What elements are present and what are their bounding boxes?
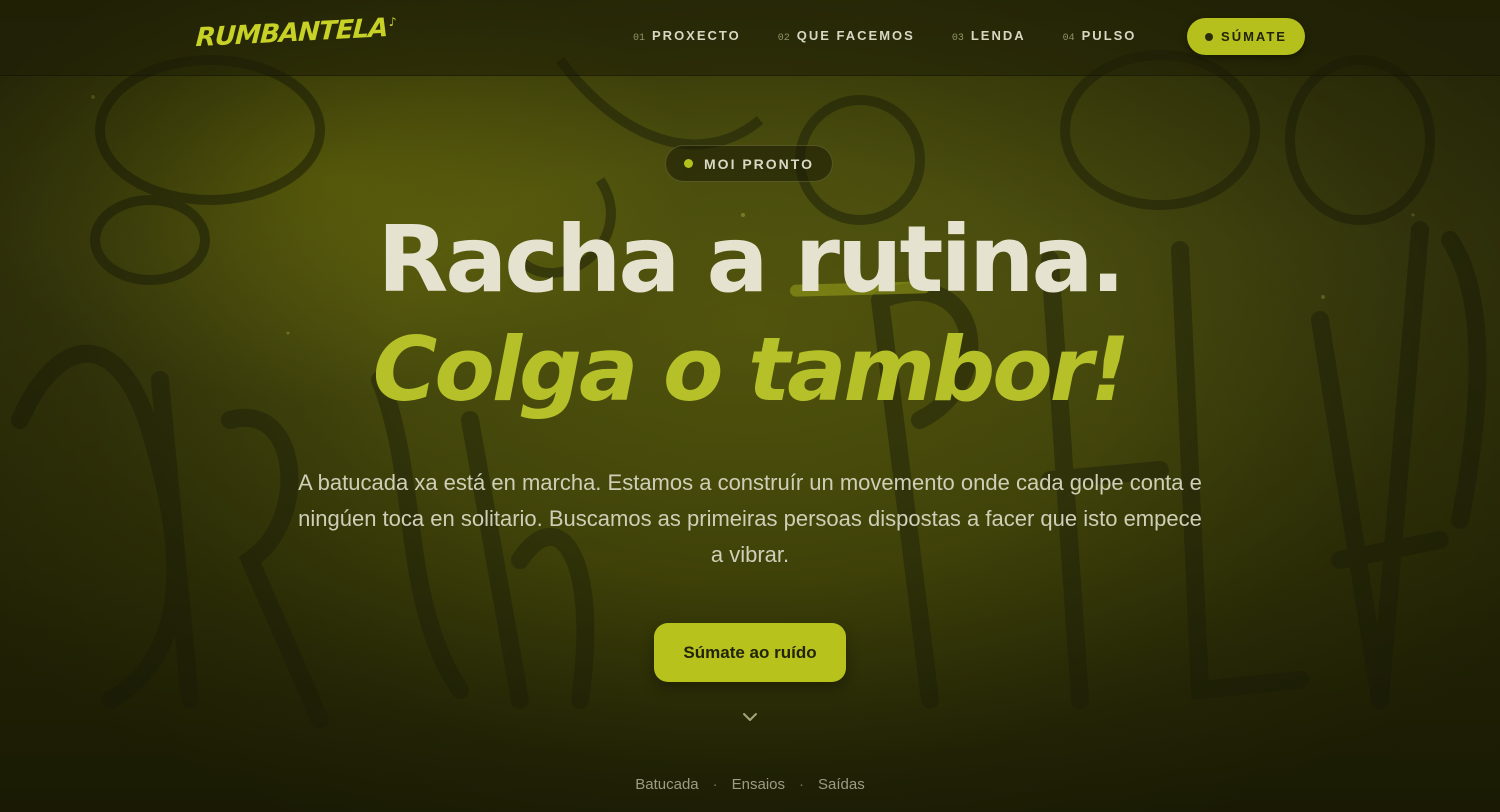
nav-item-label: QUE FACEMOS	[796, 28, 915, 43]
tag-item: Ensaios	[731, 776, 786, 793]
top-navigation: RUMBANTELA♪ 01 PROXECTO 02 QUE FACEMOS 0…	[0, 0, 1500, 76]
nav-item-proxecto[interactable]: 01 PROXECTO	[633, 28, 741, 44]
nav-links: 01 PROXECTO 02 QUE FACEMOS 03 LENDA 04 P…	[633, 28, 1173, 44]
nav-item-que-facemos[interactable]: 02 QUE FACEMOS	[778, 28, 915, 44]
chevron-down-icon[interactable]	[742, 711, 758, 723]
join-button-header[interactable]: SÚMATE	[1187, 18, 1305, 55]
nav-item-number: 03	[951, 33, 964, 44]
tag-separator: ·	[799, 776, 805, 793]
tag-separator: ·	[712, 776, 718, 793]
nav-item-number: 02	[777, 33, 790, 44]
nav-item-lenda[interactable]: 03 LENDA	[952, 28, 1026, 44]
join-button-label: SÚMATE	[1221, 29, 1287, 44]
hero-title-line-1: Racha a rutina.	[377, 206, 1125, 313]
status-dot-icon	[684, 159, 694, 168]
nav-item-label: PROXECTO	[652, 28, 741, 43]
nav-item-number: 04	[1062, 33, 1075, 44]
nav-item-number: 01	[633, 33, 646, 44]
status-badge: MOI PRONTO	[665, 145, 833, 182]
logo-text: RUMBANTELA	[195, 13, 389, 54]
hero-tags: Batucada · Ensaios · Saídas	[0, 776, 1500, 793]
nav-item-label: PULSO	[1081, 28, 1137, 43]
join-noise-button[interactable]: Súmate ao ruído	[654, 623, 846, 682]
brand-logo[interactable]: RUMBANTELA♪	[195, 13, 396, 63]
nav-item-label: LENDA	[970, 28, 1026, 43]
hero-lead-paragraph: A batucada xa está en marcha. Estamos a …	[298, 470, 1202, 567]
hero-title-line-2: Colga o tambor!	[372, 318, 1130, 421]
music-note-icon: ♪	[388, 14, 396, 30]
tag-item: Saídas	[818, 776, 865, 793]
status-badge-label: MOI PRONTO	[704, 155, 814, 172]
nav-item-pulso[interactable]: 04 PULSO	[1063, 28, 1137, 44]
tag-item: Batucada	[635, 776, 699, 793]
status-dot-icon	[1205, 32, 1214, 41]
